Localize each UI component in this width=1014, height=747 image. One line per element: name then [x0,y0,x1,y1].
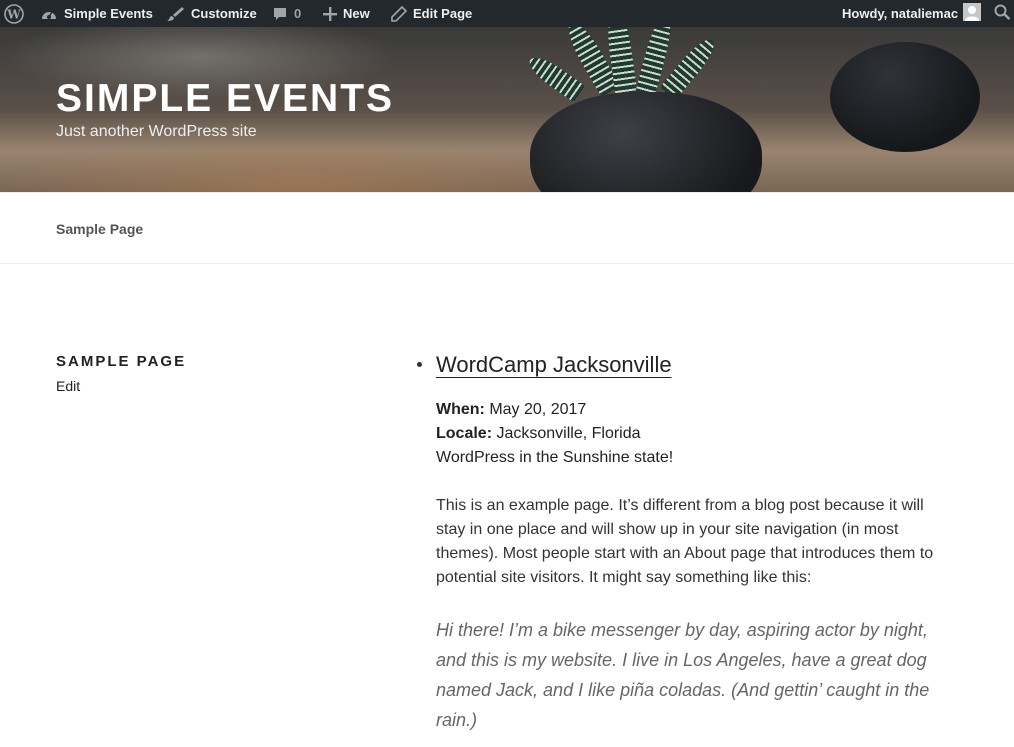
site-header: Simple Events Just another WordPress sit… [0,27,1014,192]
wordpress-logo-button[interactable]: W [0,0,27,27]
site-name-label: Simple Events [64,6,153,21]
comments-button[interactable]: 0 [272,0,301,27]
pencil-icon [391,5,407,22]
howdy-label: Howdy, nataliemac [842,6,959,21]
admin-bar: W Simple Events Customize 0 New Edit Pag… [0,0,1014,27]
main-navigation: Sample Page [0,192,1014,264]
edit-page-label: Edit Page [413,6,473,21]
event-description: WordPress in the Sunshine state! [436,449,674,466]
content-quote: Hi there! I’m a bike messenger by day, a… [436,620,930,730]
locale-label: Locale: [436,425,493,442]
site-name-menu[interactable]: Simple Events [40,0,153,27]
site-title[interactable]: Simple Events [56,77,394,121]
wordpress-logo-icon: W [3,3,24,24]
header-pot-background [830,42,980,152]
dashboard-icon [40,6,58,22]
avatar-icon[interactable] [963,3,981,21]
plus-icon [323,6,337,21]
event-title-link[interactable]: WordCamp Jacksonville [436,352,672,378]
content-paragraph: This is an example page. It’s different … [436,497,934,586]
page-title: Sample Page [56,353,187,370]
new-content-button[interactable]: New [323,0,370,27]
list-bullet [417,362,422,367]
account-menu[interactable]: Howdy, nataliemac [842,0,958,27]
customize-button[interactable]: Customize [167,0,257,27]
brush-icon [167,6,185,22]
search-icon[interactable] [994,4,1011,25]
event-locale: Locale: Jacksonville, Florida [436,422,641,446]
when-label: When: [436,401,485,418]
edit-link[interactable]: Edit [56,378,80,394]
comments-count: 0 [294,6,302,21]
locale-value: Jacksonville, Florida [496,425,641,442]
site-tagline: Just another WordPress site [56,123,257,140]
new-label: New [343,6,370,21]
edit-page-button[interactable]: Edit Page [391,0,472,27]
when-value: May 20, 2017 [489,401,587,418]
svg-text:W: W [6,7,21,21]
comment-icon [272,6,288,22]
event-when: When: May 20, 2017 [436,398,586,422]
customize-label: Customize [191,6,257,21]
nav-item-sample-page[interactable]: Sample Page [56,221,143,237]
